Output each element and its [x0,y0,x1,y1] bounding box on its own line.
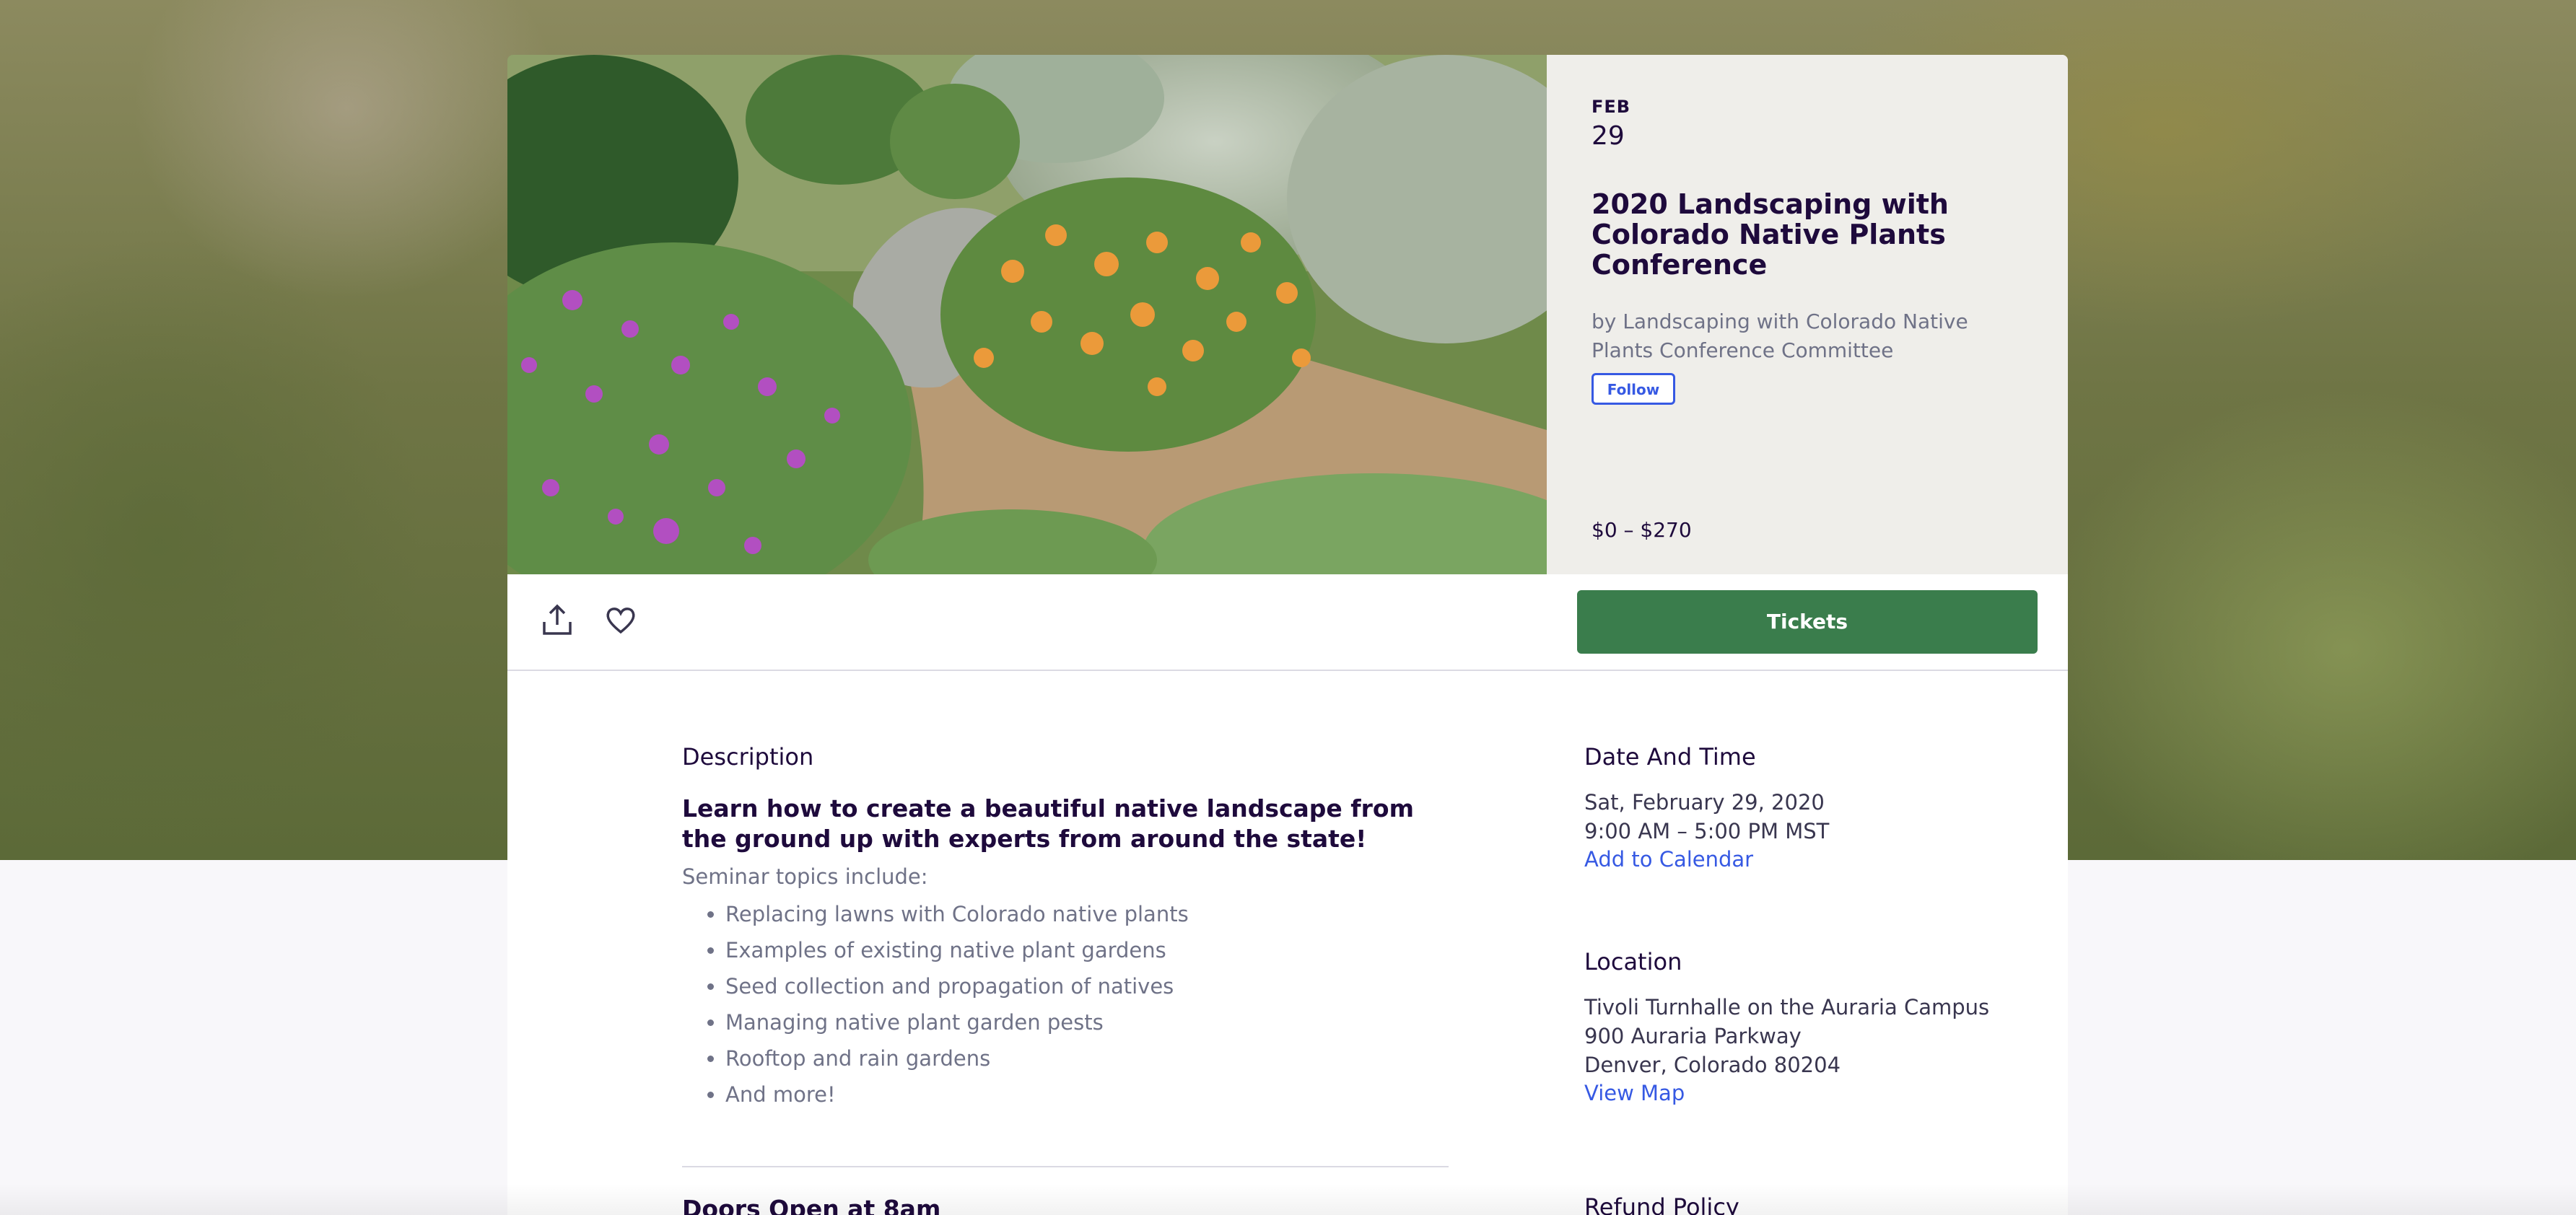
date-time-heading: Date And Time [1584,743,1756,771]
add-to-calendar-link[interactable]: Add to Calendar [1584,847,1753,872]
doors-open-heading: Doors Open at 8am [682,1195,941,1215]
event-organizer: by Landscaping with Colorado Native Plan… [1592,310,1968,362]
location-venue: Tivoli Turnhalle on the Auraria Campus [1584,995,1990,1019]
location-street: 900 Auraria Parkway [1584,1024,1802,1048]
list-item: Rooftop and rain gardens [725,1040,1189,1076]
event-hero-image [507,55,1547,574]
description-intro: Seminar topics include: [682,864,928,889]
seminar-topics-list: Replacing lawns with Colorado native pla… [682,896,1189,1113]
event-date: Sat, February 29, 2020 [1584,790,1825,815]
location-heading: Location [1584,948,1682,975]
description-lead: Learn how to create a beautiful native l… [682,794,1414,853]
event-card: FEB 29 2020 Landscaping with Colorado Na… [507,55,2068,1215]
refund-policy-heading: Refund Policy [1584,1193,1739,1215]
list-item: Replacing lawns with Colorado native pla… [725,896,1189,932]
location-city: Denver, Colorado 80204 [1584,1053,1841,1077]
event-time: 9:00 AM – 5:00 PM MST [1584,819,1830,843]
event-title: 2020 Landscaping with Colorado Native Pl… [1592,188,1949,281]
list-item: Examples of existing native plant garden… [725,932,1189,968]
list-item: Seed collection and propagation of nativ… [725,968,1189,1004]
follow-button[interactable]: Follow [1592,373,1675,405]
event-info-panel: FEB 29 2020 Landscaping with Colorado Na… [1547,55,2068,574]
divider [682,1166,1449,1167]
event-price: $0 – $270 [1592,518,1692,542]
heart-icon[interactable] [603,602,639,638]
share-upload-icon[interactable] [539,602,575,638]
event-day: 29 [1592,121,1625,151]
description-heading: Description [682,743,814,771]
view-map-link[interactable]: View Map [1584,1081,1685,1105]
action-bar: Tickets [507,574,2068,671]
list-item: Managing native plant garden pests [725,1004,1189,1040]
tickets-button[interactable]: Tickets [1577,590,2038,654]
event-month: FEB [1592,97,1631,117]
list-item: And more! [725,1076,1189,1113]
